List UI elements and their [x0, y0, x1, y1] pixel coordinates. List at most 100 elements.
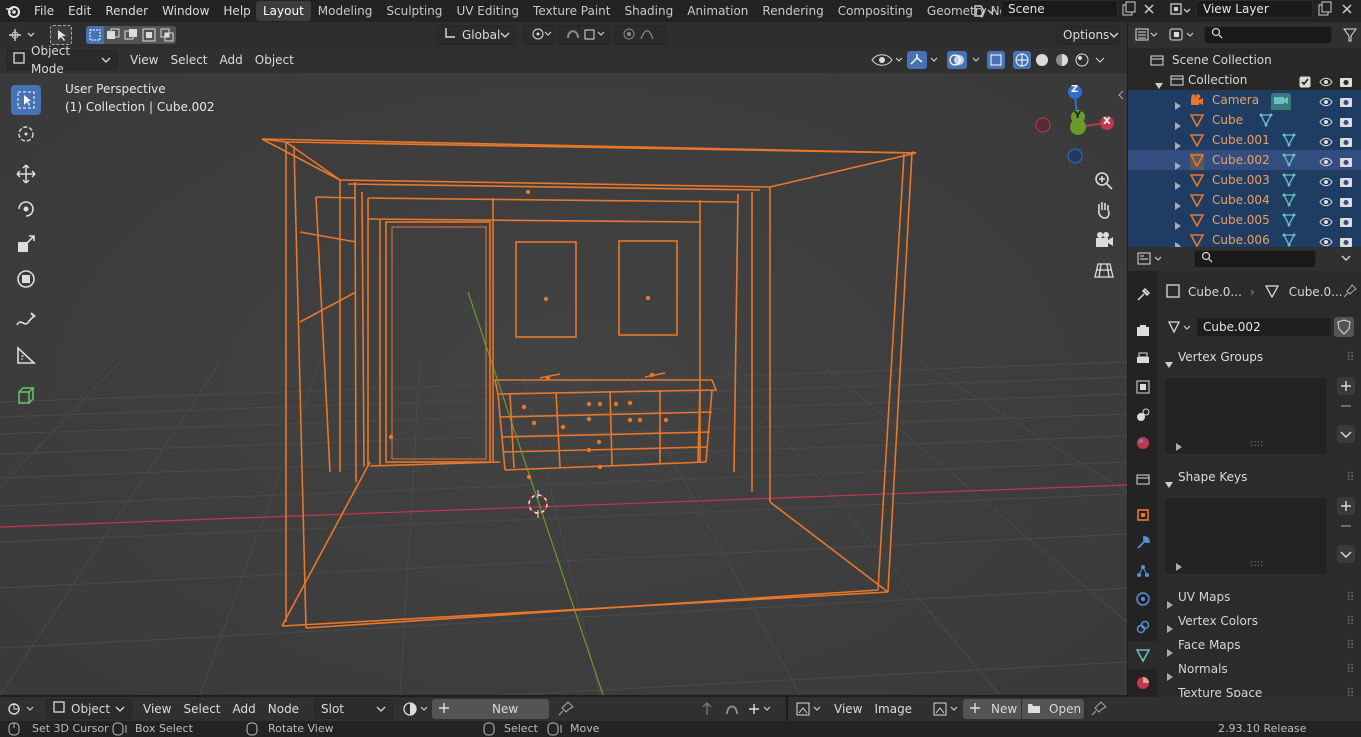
select-tool-icon[interactable] — [11, 85, 41, 115]
list-resize-handle-icon[interactable]: :::: — [1250, 558, 1263, 569]
rotate-tool-icon[interactable] — [11, 194, 41, 224]
display-mode-icon[interactable] — [1168, 26, 1198, 44]
mode-subtract-selection-icon[interactable] — [122, 26, 140, 44]
shape-keys-specials-button[interactable] — [1337, 545, 1355, 563]
tab-shading[interactable]: Shading — [617, 1, 680, 21]
properties-editor-type-icon[interactable] — [1136, 250, 1168, 268]
collapsed-panel-header[interactable]: Face Maps ⠿ — [1158, 633, 1361, 657]
mode-extend-selection-icon[interactable] — [104, 26, 122, 44]
shader-type-dropdown[interactable]: Object — [46, 699, 132, 719]
outliner-item[interactable]: Cube.003 — [1128, 170, 1361, 190]
parent-node-tree-icon[interactable] — [698, 700, 716, 718]
annotate-tool-icon[interactable] — [11, 305, 41, 335]
overlays-toggle-icon[interactable] — [946, 50, 986, 70]
snapping-magnet-icon[interactable] — [723, 700, 741, 718]
outliner-editor-type-icon[interactable] — [1134, 26, 1160, 44]
drag-handle-icon[interactable]: ⠿ — [1346, 465, 1355, 489]
vertex-groups-specials-button[interactable] — [1337, 425, 1355, 443]
pin-icon[interactable] — [1090, 700, 1108, 718]
rendered-shading-icon[interactable] — [1072, 50, 1092, 70]
slot-dropdown[interactable]: Slot — [314, 699, 393, 719]
mode-intersect-selection-icon[interactable] — [158, 26, 176, 44]
shading-options-chevron-icon[interactable] — [1092, 50, 1108, 70]
particles-tab-icon[interactable] — [1128, 557, 1158, 585]
pivot-point-dropdown[interactable] — [523, 25, 555, 45]
drag-handle-icon[interactable]: ⠿ — [1346, 609, 1355, 633]
shape-keys-list[interactable]: :::: — [1164, 497, 1328, 575]
list-expand-arrow-icon[interactable] — [1175, 560, 1183, 574]
viewport-menu-add[interactable]: Add — [214, 50, 249, 70]
physics-tab-icon[interactable] — [1128, 585, 1158, 613]
mesh-name-field[interactable]: Cube.002 — [1196, 317, 1332, 337]
image-browse-icon[interactable] — [932, 700, 962, 718]
material-tab-icon[interactable] — [1128, 669, 1158, 697]
material-browse-icon[interactable] — [401, 700, 431, 718]
area-divider[interactable] — [786, 697, 788, 721]
view-layer-tab-icon[interactable] — [1128, 373, 1158, 401]
options-dropdown[interactable]: Options — [1056, 25, 1120, 45]
new-image-button[interactable]: New — [963, 699, 1021, 719]
pan-hand-icon[interactable] — [1092, 198, 1116, 222]
move-tool-icon[interactable] — [11, 159, 41, 189]
shape-keys-panel-header[interactable]: Shape Keys ⠿ — [1158, 465, 1361, 489]
image-menu-image[interactable]: Image — [868, 699, 918, 719]
add-vertex-group-button[interactable] — [1337, 377, 1355, 395]
add-shape-key-button[interactable] — [1337, 497, 1355, 515]
outliner-collection[interactable]: Collection — [1128, 70, 1361, 90]
mesh-browse-icon[interactable] — [1166, 317, 1196, 337]
scene-tab-icon[interactable] — [1128, 401, 1158, 429]
viewport-menu-object[interactable]: Object — [249, 50, 300, 70]
drag-handle-icon[interactable]: ⠿ — [1346, 657, 1355, 681]
outliner-item[interactable]: Cube.002 — [1128, 150, 1361, 173]
new-scene-icon[interactable] — [1121, 1, 1137, 17]
tab-compositing[interactable]: Compositing — [831, 1, 920, 21]
world-tab-icon[interactable] — [1128, 429, 1158, 457]
perspective-toggle-icon[interactable] — [1092, 258, 1116, 282]
collapsed-panel-header[interactable]: UV Maps ⠿ — [1158, 585, 1361, 609]
tab-uv-editing[interactable]: UV Editing — [449, 1, 526, 21]
view-layer-icon[interactable] — [1168, 1, 1192, 19]
zoom-icon[interactable] — [1092, 169, 1116, 193]
vertex-groups-list[interactable]: :::: — [1164, 377, 1328, 455]
delete-view-layer-icon[interactable] — [1339, 1, 1355, 17]
tab-animation[interactable]: Animation — [680, 1, 755, 21]
blender-logo-icon[interactable] — [5, 3, 21, 19]
view-layer-name-field[interactable]: View Layer — [1196, 0, 1313, 18]
scene-name-field[interactable]: Scene — [1001, 0, 1118, 18]
pin-icon[interactable] — [1343, 283, 1357, 301]
fake-user-shield-icon[interactable] — [1334, 317, 1354, 337]
shader-editor-type-icon[interactable] — [6, 700, 38, 718]
outliner-item[interactable]: Camera — [1128, 90, 1361, 113]
transform-tool-icon[interactable] — [11, 264, 41, 294]
wireframe-shading-icon[interactable] — [1012, 50, 1032, 70]
tool-tab-icon[interactable] — [1128, 281, 1158, 309]
xray-toggle-icon[interactable] — [986, 50, 1006, 70]
shader-menu-select[interactable]: Select — [177, 699, 226, 719]
viewport-menu-view[interactable]: View — [124, 50, 164, 70]
outliner-scene-collection[interactable]: Scene Collection — [1128, 50, 1361, 70]
options-chevron-icon[interactable] — [1340, 252, 1352, 267]
navigation-gizmo[interactable]: Z Y X — [1030, 80, 1120, 165]
shader-menu-view[interactable]: View — [137, 699, 177, 719]
modifier-tab-icon[interactable] — [1128, 529, 1158, 557]
drag-handle-icon[interactable]: ⠿ — [1346, 633, 1355, 657]
tab-texture-paint[interactable]: Texture Paint — [526, 1, 617, 21]
outliner-item[interactable]: Cube.004 — [1128, 190, 1361, 210]
vertex-groups-panel-header[interactable]: Vertex Groups ⠿ — [1158, 345, 1361, 369]
transform-orientation-dropdown[interactable]: Global — [437, 25, 515, 45]
image-menu-view[interactable]: View — [828, 699, 868, 719]
menu-window[interactable]: Window — [155, 0, 216, 22]
camera-view-icon[interactable] — [1092, 228, 1116, 252]
mode-dropdown[interactable]: Object Mode — [6, 44, 118, 76]
material-preview-icon[interactable] — [1052, 50, 1072, 70]
collection-tab-icon[interactable] — [1128, 465, 1158, 493]
tab-rendering[interactable]: Rendering — [755, 1, 830, 21]
list-expand-arrow-icon[interactable] — [1175, 440, 1183, 454]
delete-scene-icon[interactable] — [1141, 1, 1157, 17]
tab-modeling[interactable]: Modeling — [311, 1, 380, 21]
collapsed-panel-header[interactable]: Vertex Colors ⠿ — [1158, 609, 1361, 633]
collapsed-panel-header[interactable]: Normals ⠿ — [1158, 657, 1361, 681]
menu-render[interactable]: Render — [98, 0, 155, 22]
outliner-item[interactable]: Cube — [1128, 110, 1361, 130]
shader-menu-add[interactable]: Add — [227, 699, 262, 719]
